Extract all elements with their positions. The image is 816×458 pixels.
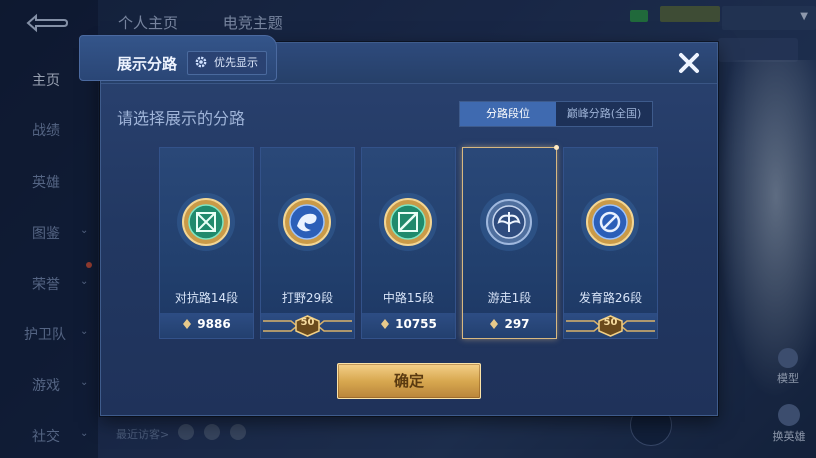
lane-label: 对抗路14段 — [174, 291, 239, 305]
lane-label: 打野29段 — [281, 291, 334, 305]
lane-card-farm[interactable]: 发育路26段 50 — [563, 147, 658, 339]
lane-card-jungle[interactable]: 打野29段 50 — [260, 147, 355, 339]
score-bar: 297 — [463, 313, 556, 338]
gear-icon — [195, 56, 207, 68]
lane-score: 10755 — [362, 317, 455, 331]
lane-card-list: 对抗路14段 9886 打野29段 50 中路15段 10755 游走1段 29… — [159, 145, 659, 339]
score-bar: 50 — [261, 313, 354, 338]
confirm-button[interactable]: 确定 — [337, 363, 481, 399]
lane-label: 发育路26段 — [578, 291, 643, 305]
selected-indicator — [554, 145, 559, 150]
dialog-subtitle: 请选择展示的分路 — [117, 109, 246, 128]
lane-label: 游走1段 — [487, 291, 532, 305]
tab-peak-lane[interactable]: 巅峰分路(全国) — [556, 102, 652, 126]
mid-lane-icon — [379, 193, 437, 251]
lane-score: 9886 — [160, 317, 253, 331]
farm-lane-icon — [581, 193, 639, 251]
tab-lane-rank[interactable]: 分路段位 — [460, 102, 556, 126]
crystal-icon — [183, 319, 192, 329]
lane-card-clash[interactable]: 对抗路14段 9886 — [159, 147, 254, 339]
lane-label: 中路15段 — [382, 291, 435, 305]
clash-lane-icon — [177, 193, 235, 251]
close-icon[interactable] — [673, 47, 705, 79]
crystal-icon — [381, 319, 390, 329]
priority-display-button[interactable]: 优先显示 — [187, 51, 267, 75]
crystal-icon — [490, 319, 499, 329]
score-bar: 50 — [564, 313, 657, 338]
dialog-header: 展示分路 优先显示 — [79, 35, 717, 84]
score-bar: 10755 — [362, 313, 455, 338]
lane-display-dialog: 展示分路 优先显示 请选择展示的分路 分路段位 巅峰分路(全国) 对抗路14段 … — [79, 35, 718, 416]
score-bar: 9886 — [160, 313, 253, 338]
jungle-dragon-icon — [278, 193, 336, 251]
roam-wings-icon — [480, 193, 538, 251]
lane-card-mid[interactable]: 中路15段 10755 — [361, 147, 456, 339]
medal-level: 50 — [603, 317, 618, 328]
lane-card-roam[interactable]: 游走1段 297 — [462, 145, 559, 339]
medal-level: 50 — [300, 317, 315, 328]
dialog-title: 展示分路 — [117, 55, 178, 73]
lane-score: 297 — [463, 317, 556, 331]
lane-mode-switch: 分路段位 巅峰分路(全国) — [459, 101, 653, 127]
